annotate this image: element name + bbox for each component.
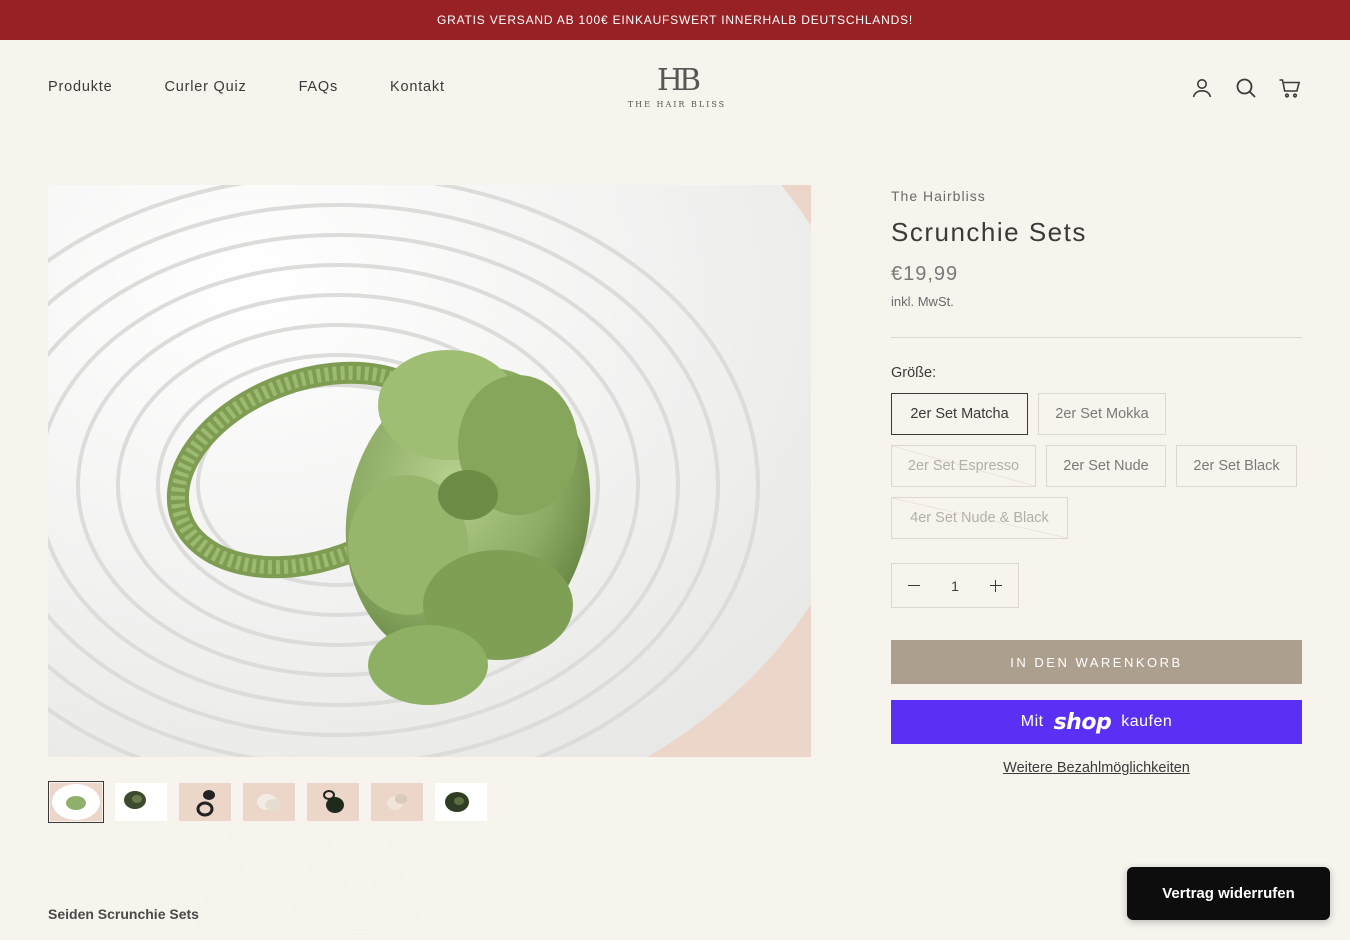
shop-pay-suffix: kaufen xyxy=(1121,713,1173,730)
option-2er-set-matcha[interactable]: 2er Set Matcha xyxy=(891,393,1028,435)
quantity-value[interactable]: 1 xyxy=(951,578,959,594)
nav-item-curler-quiz[interactable]: Curler Quiz xyxy=(164,79,246,95)
option-label: 2er Set Mokka xyxy=(1055,406,1149,422)
section-title: Seiden Scrunchie Sets xyxy=(48,906,199,922)
option-label: 2er Set Nude xyxy=(1063,458,1149,474)
option-2er-set-mokka[interactable]: 2er Set Mokka xyxy=(1038,393,1166,435)
cart-icon[interactable] xyxy=(1278,76,1302,100)
tax-note: inkl. MwSt. xyxy=(891,294,954,309)
product-price: €19,99 xyxy=(891,263,959,285)
divider xyxy=(891,337,1302,338)
decrease-quantity-button[interactable] xyxy=(906,578,922,594)
logo-mark: HB xyxy=(656,63,701,98)
decorative-pattern xyxy=(190,825,430,940)
thumbnail-1[interactable] xyxy=(48,781,104,823)
option-label: 4er Set Nude & Black xyxy=(910,510,1049,526)
logo-text: THE HAIR BLISS xyxy=(627,100,727,109)
option-label: 2er Set Matcha xyxy=(910,406,1009,422)
thumbnail-6[interactable] xyxy=(370,781,424,823)
header-icons xyxy=(1190,76,1302,100)
product-photo xyxy=(48,185,811,757)
option-label: 2er Set Black xyxy=(1193,458,1280,474)
add-to-cart-label: IN DEN WARENKORB xyxy=(1010,654,1183,670)
account-icon[interactable] xyxy=(1190,76,1214,100)
shop-logo-icon: shop xyxy=(1053,709,1112,735)
announcement-bar: GRATIS VERSAND AB 100€ EINKAUFSWERT INNE… xyxy=(0,0,1350,40)
thumbnail-2[interactable] xyxy=(114,781,168,823)
shop-pay-button[interactable]: Mit shop kaufen xyxy=(891,700,1302,744)
nav-item-produkte[interactable]: Produkte xyxy=(48,79,112,95)
increase-quantity-button[interactable] xyxy=(988,578,1004,594)
more-payment-options-link[interactable]: Weitere Bezahlmöglichkeiten xyxy=(891,760,1302,776)
thumbnail-5[interactable] xyxy=(306,781,360,823)
option-2er-set-espresso[interactable]: 2er Set Espresso xyxy=(891,445,1036,487)
option-label: 2er Set Espresso xyxy=(907,458,1020,474)
nav-item-faqs[interactable]: FAQs xyxy=(299,79,338,95)
announcement-text: GRATIS VERSAND AB 100€ EINKAUFSWERT INNE… xyxy=(437,13,913,27)
option-4er-set-nude-black[interactable]: 4er Set Nude & Black xyxy=(891,497,1068,539)
thumbnail-strip xyxy=(48,781,488,823)
product-main-image[interactable] xyxy=(48,185,811,757)
thumbnail-7[interactable] xyxy=(434,781,488,823)
product-vendor[interactable]: The Hairbliss xyxy=(891,188,986,204)
product-title: Scrunchie Sets xyxy=(891,217,1087,247)
shop-pay-prefix: Mit xyxy=(1020,713,1044,730)
thumbnail-4[interactable] xyxy=(242,781,296,823)
widerruf-button[interactable]: Vertrag widerrufen xyxy=(1127,867,1330,920)
option-2er-set-nude[interactable]: 2er Set Nude xyxy=(1046,445,1166,487)
site-logo[interactable]: HB THE HAIR BLISS xyxy=(620,66,734,110)
thumbnail-3[interactable] xyxy=(178,781,232,823)
nav-item-kontakt[interactable]: Kontakt xyxy=(390,79,445,95)
option-2er-set-black[interactable]: 2er Set Black xyxy=(1176,445,1297,487)
main-nav: Produkte Curler Quiz FAQs Kontakt xyxy=(48,79,497,95)
search-icon[interactable] xyxy=(1234,76,1258,100)
size-label: Größe: xyxy=(891,365,937,381)
quantity-stepper: 1 xyxy=(891,563,1019,608)
add-to-cart-button[interactable]: IN DEN WARENKORB xyxy=(891,640,1302,684)
